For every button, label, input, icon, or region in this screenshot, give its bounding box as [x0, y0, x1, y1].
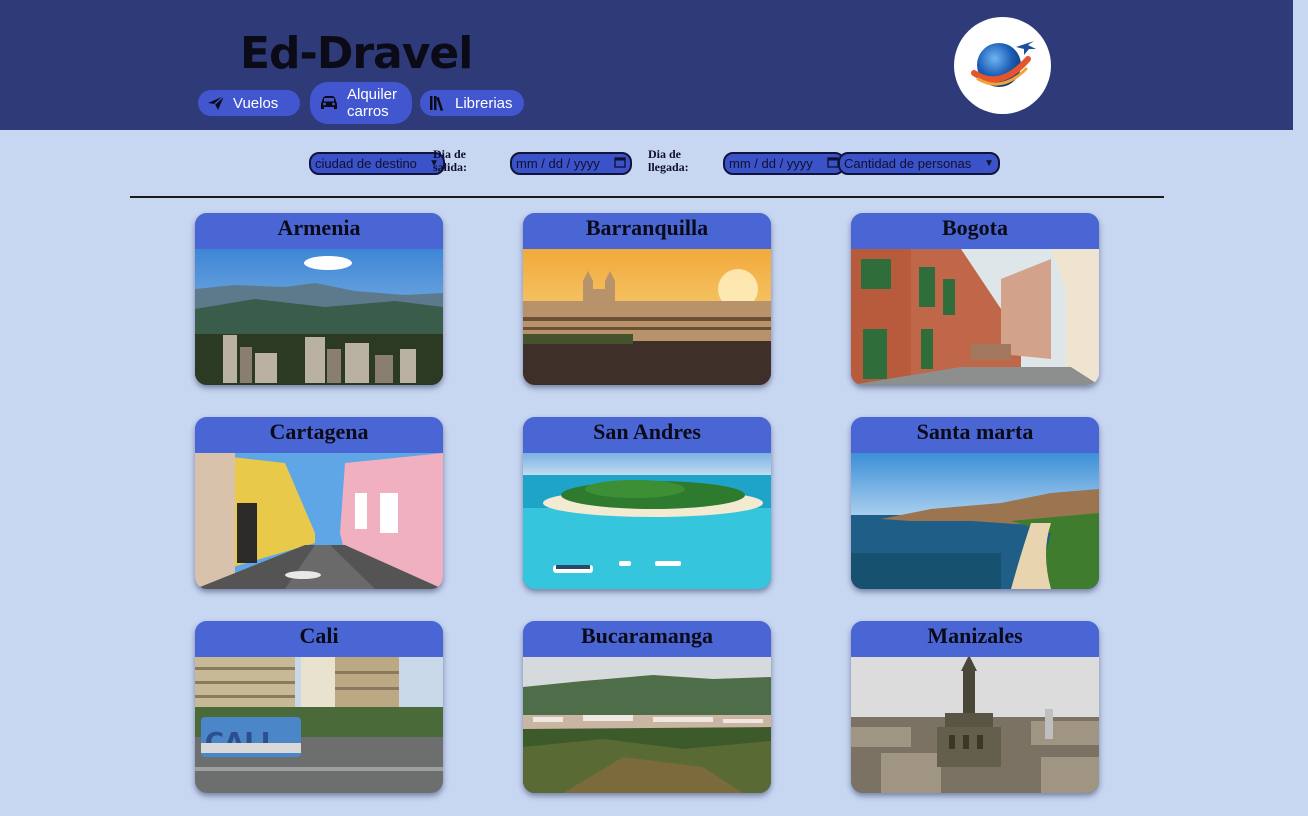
city-card-title: Bogota	[851, 213, 1099, 249]
city-card-cali[interactable]: Cali CALI	[195, 621, 443, 793]
city-card-title: San Andres	[523, 417, 771, 453]
island-sea-photo	[523, 453, 771, 589]
books-icon	[429, 95, 447, 111]
nav-label-vuelos: Vuelos	[233, 94, 279, 112]
people-count-value: Cantidad de personas	[844, 156, 972, 171]
site-header: Ed-Dravel Vuelos Alquiler carros Libreri…	[0, 0, 1293, 130]
salida-label: Dia de salida:	[433, 147, 468, 174]
nav-button-librerias[interactable]: Librerias	[420, 90, 524, 116]
cali-sign-photo: CALI	[195, 657, 443, 793]
divider	[130, 196, 1164, 198]
cathedral-city-photo	[851, 657, 1099, 793]
car-icon	[319, 95, 339, 111]
people-count-select[interactable]: Cantidad de personas ▼	[838, 152, 1000, 175]
city-card-barranquilla[interactable]: Barranquilla	[523, 213, 771, 385]
city-card-title: Santa marta	[851, 417, 1099, 453]
city-card-cartagena[interactable]: Cartagena	[195, 417, 443, 589]
nav-label-alquiler-carros: Alquiler carros	[347, 86, 398, 120]
city-card-santa-marta[interactable]: Santa marta	[851, 417, 1099, 589]
destination-select[interactable]: ciudad de destino ▼	[309, 152, 445, 175]
cathedral-sunset-photo	[523, 249, 771, 385]
chevron-down-icon: ▼	[984, 158, 994, 169]
llegada-label: Dia de llegada:	[648, 147, 689, 174]
calendar-icon[interactable]	[614, 156, 626, 171]
city-card-title: Cali	[195, 621, 443, 657]
city-card-bogota[interactable]: Bogota	[851, 213, 1099, 385]
llegada-date-input[interactable]: mm / dd / yyyy	[723, 152, 845, 175]
salida-date-input[interactable]: mm / dd / yyyy	[510, 152, 632, 175]
plane-icon	[207, 95, 225, 111]
bay-coast-photo	[851, 453, 1099, 589]
valley-city-photo	[523, 657, 771, 793]
city-card-title: Barranquilla	[523, 213, 771, 249]
city-card-title: Cartagena	[195, 417, 443, 453]
salida-date-value: mm / dd / yyyy	[516, 156, 600, 171]
llegada-date-value: mm / dd / yyyy	[729, 156, 813, 171]
city-card-manizales[interactable]: Manizales	[851, 621, 1099, 793]
city-card-title: Armenia	[195, 213, 443, 249]
city-card-bucaramanga[interactable]: Bucaramanga	[523, 621, 771, 793]
nav-button-alquiler-carros[interactable]: Alquiler carros	[310, 82, 412, 124]
mountain-city-photo	[195, 249, 443, 385]
destination-select-value: ciudad de destino	[315, 156, 417, 171]
city-card-title: Manizales	[851, 621, 1099, 657]
nav-label-librerias: Librerias	[455, 94, 513, 112]
city-card-armenia[interactable]: Armenia	[195, 213, 443, 385]
search-bar: ciudad de destino ▼ Dia de salida: mm / …	[0, 130, 1308, 190]
globe-plane-icon	[954, 17, 1051, 114]
nav-button-vuelos[interactable]: Vuelos	[198, 90, 300, 116]
brand-title: Ed-Dravel	[240, 28, 473, 79]
colonial-street-photo	[851, 249, 1099, 385]
colorful-street-photo	[195, 453, 443, 589]
city-card-title: Bucaramanga	[523, 621, 771, 657]
city-card-san-andres[interactable]: San Andres	[523, 417, 771, 589]
